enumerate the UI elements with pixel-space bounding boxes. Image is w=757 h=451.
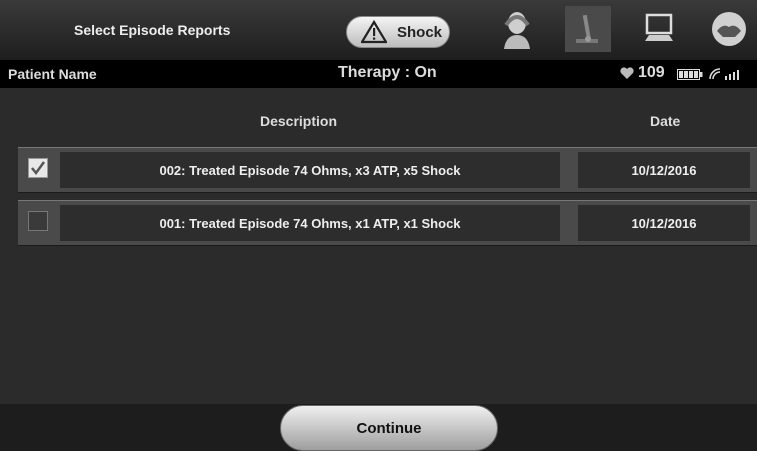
device-status [677, 68, 743, 80]
therapy-status: Therapy : On [338, 64, 437, 81]
patient-name-label: Patient Name [8, 66, 97, 82]
battery-icon [677, 68, 703, 80]
table-row[interactable]: 001: Treated Episode 74 Ohms, x1 ATP, x1… [18, 200, 757, 246]
episode-description: 002: Treated Episode 74 Ohms, x3 ATP, x5… [60, 152, 560, 188]
checkmark-icon [31, 161, 46, 176]
episode-date: 10/12/2016 [578, 205, 750, 241]
episode-description: 001: Treated Episode 74 Ohms, x1 ATP, x1… [60, 205, 560, 241]
shock-button-label: Shock [397, 23, 443, 41]
column-header-description: Description [260, 113, 338, 129]
heart-icon [620, 66, 634, 79]
episode-checkbox[interactable] [28, 211, 48, 231]
signal-icon [709, 68, 739, 80]
computer-icon[interactable] [636, 6, 682, 52]
heart-rate-indicator: 109 [620, 64, 665, 82]
handshake-icon[interactable] [706, 6, 752, 52]
table-row[interactable]: 002: Treated Episode 74 Ohms, x3 ATP, x5… [18, 147, 757, 193]
programmer-wand-icon[interactable] [565, 6, 611, 52]
page-title: Select Episode Reports [74, 22, 231, 38]
patient-icon[interactable] [494, 6, 540, 52]
shock-button[interactable]: Shock [346, 16, 450, 48]
column-header-date: Date [650, 113, 681, 129]
episode-checkbox[interactable] [28, 158, 48, 178]
heart-rate-value: 109 [638, 64, 665, 81]
warning-icon [361, 20, 387, 44]
episode-date: 10/12/2016 [578, 152, 750, 188]
continue-button[interactable]: Continue [280, 405, 498, 451]
table-header: Description Date [10, 97, 757, 137]
